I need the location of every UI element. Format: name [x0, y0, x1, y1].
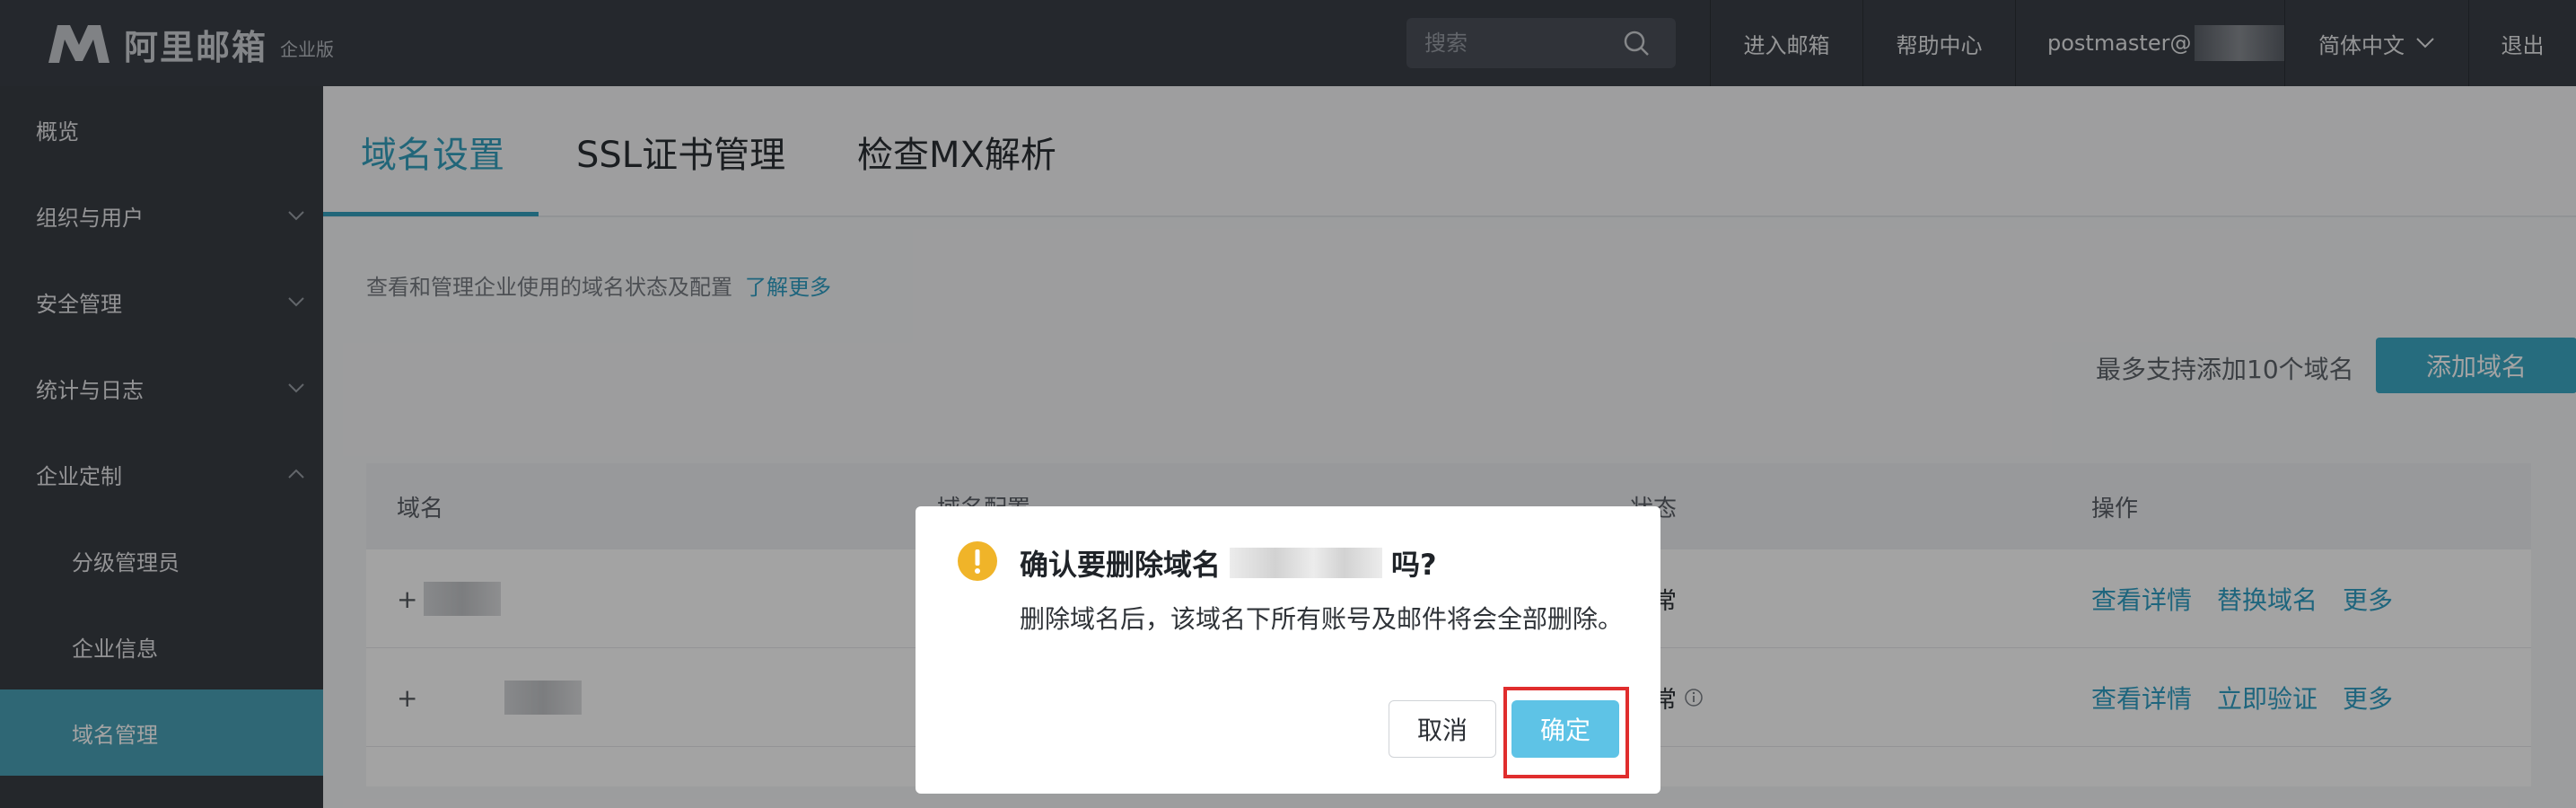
- cancel-button[interactable]: 取消: [1389, 700, 1496, 758]
- delete-domain-dialog: 确认要删除域名 吗? 删除域名后，该域名下所有账号及邮件将会全部删除。 取消 确…: [916, 506, 1660, 794]
- dialog-title: 确认要删除域名 吗?: [1020, 542, 1437, 584]
- highlight-annotation: [1503, 687, 1629, 778]
- dialog-title-suffix: 吗?: [1391, 548, 1437, 582]
- redacted-domain: [1230, 548, 1383, 578]
- dialog-title-prefix: 确认要删除域名: [1020, 548, 1222, 582]
- warning-icon: [958, 541, 997, 581]
- dialog-message: 删除域名后，该域名下所有账号及邮件将会全部删除。: [1020, 604, 1624, 634]
